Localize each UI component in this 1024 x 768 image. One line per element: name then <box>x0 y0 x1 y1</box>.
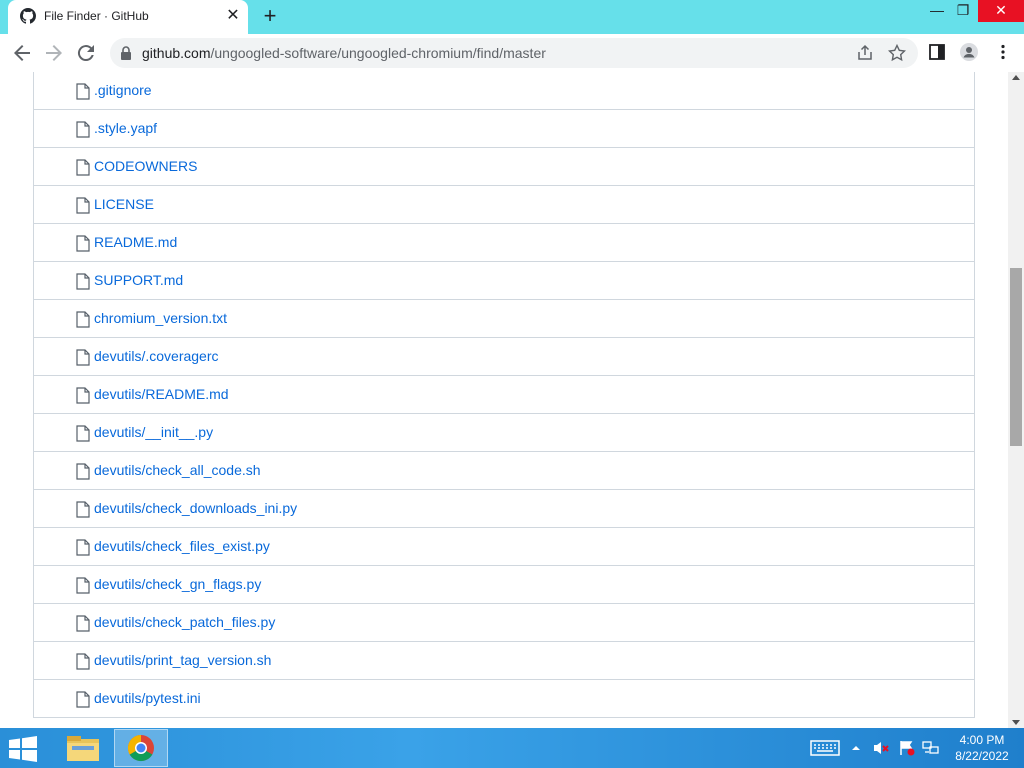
new-tab-button[interactable]: + <box>258 4 282 28</box>
clock-time: 4:00 PM <box>959 733 1005 747</box>
system-clock[interactable]: 4:00 PM 8/22/2022 <box>944 732 1020 764</box>
file-link[interactable]: .style.yapf <box>94 120 157 136</box>
file-icon <box>76 235 90 252</box>
file-link[interactable]: devutils/check_patch_files.py <box>94 614 275 630</box>
back-icon[interactable] <box>10 41 34 65</box>
address-bar[interactable]: github.com/ungoogled-software/ungoogled-… <box>110 38 918 68</box>
file-row[interactable]: .gitignore <box>34 72 974 110</box>
file-link[interactable]: devutils/check_gn_flags.py <box>94 576 261 592</box>
scroll-down-arrow-icon[interactable] <box>1012 720 1020 725</box>
menu-kebab-icon[interactable] <box>994 43 1012 61</box>
file-icon <box>76 653 90 670</box>
share-icon[interactable] <box>856 44 874 62</box>
file-row[interactable]: devutils/.coveragerc <box>34 338 974 376</box>
lock-icon[interactable] <box>120 46 132 60</box>
file-link[interactable]: devutils/check_downloads_ini.py <box>94 500 297 516</box>
browser-toolbar: github.com/ungoogled-software/ungoogled-… <box>0 34 1024 73</box>
taskbar-file-explorer[interactable] <box>56 729 110 767</box>
file-row[interactable]: CODEOWNERS <box>34 148 974 186</box>
url-text: github.com/ungoogled-software/ungoogled-… <box>142 45 546 61</box>
github-icon <box>20 8 36 24</box>
tray-chevron-up-icon[interactable] <box>850 740 862 756</box>
file-link[interactable]: devutils/README.md <box>94 386 229 402</box>
restore-button[interactable]: ❐ <box>948 0 978 22</box>
url-path: /ungoogled-software/ungoogled-chromium/f… <box>210 45 546 61</box>
file-row[interactable]: SUPPORT.md <box>34 262 974 300</box>
file-icon <box>76 615 90 632</box>
file-link[interactable]: chromium_version.txt <box>94 310 227 326</box>
file-icon <box>76 83 90 100</box>
reload-icon[interactable] <box>74 41 98 65</box>
windows-taskbar: 4:00 PM 8/22/2022 <box>0 728 1024 768</box>
side-panel-icon[interactable] <box>928 43 946 61</box>
file-row[interactable]: devutils/check_all_code.sh <box>34 452 974 490</box>
file-icon <box>76 159 90 176</box>
file-row[interactable]: devutils/check_downloads_ini.py <box>34 490 974 528</box>
file-row[interactable]: devutils/check_patch_files.py <box>34 604 974 642</box>
close-window-button[interactable]: ✕ <box>978 0 1024 22</box>
file-icon <box>76 387 90 404</box>
tab-close-icon[interactable]: ✕ <box>224 7 242 25</box>
file-icon <box>76 197 90 214</box>
file-icon <box>76 311 90 328</box>
file-link[interactable]: .gitignore <box>94 82 152 98</box>
file-row[interactable]: devutils/check_gn_flags.py <box>34 566 974 604</box>
windows-start-icon[interactable] <box>8 736 38 762</box>
file-icon <box>76 501 90 518</box>
tab-title: File Finder · GitHub <box>44 9 149 23</box>
file-icon <box>76 121 90 138</box>
file-icon <box>76 425 90 442</box>
tab-strip: File Finder · GitHub ✕ + — ❐ ✕ <box>0 0 1024 34</box>
file-icon <box>76 539 90 556</box>
scroll-up-arrow-icon[interactable] <box>1012 75 1020 80</box>
page-content: .gitignore .style.yapf CODEOWNERS LICENSE RE… <box>0 72 1008 728</box>
file-row[interactable]: devutils/pytest.ini <box>34 680 974 718</box>
tab-file-finder[interactable]: File Finder · GitHub ✕ <box>8 0 248 34</box>
file-icon <box>76 463 90 480</box>
file-link[interactable]: devutils/check_files_exist.py <box>94 538 270 554</box>
file-row[interactable]: devutils/__init__.py <box>34 414 974 452</box>
file-row[interactable]: devutils/check_files_exist.py <box>34 528 974 566</box>
file-link[interactable]: README.md <box>94 234 177 250</box>
profile-avatar-icon[interactable] <box>960 43 978 61</box>
file-icon <box>76 273 90 290</box>
bookmark-star-icon[interactable] <box>888 44 906 62</box>
file-link[interactable]: SUPPORT.md <box>94 272 183 288</box>
file-icon <box>76 349 90 366</box>
file-icon <box>76 691 90 708</box>
file-link[interactable]: CODEOWNERS <box>94 158 197 174</box>
clock-date: 8/22/2022 <box>955 749 1009 763</box>
action-center-flag-icon[interactable] <box>898 740 916 756</box>
keyboard-icon[interactable] <box>810 740 840 756</box>
file-list: .gitignore .style.yapf CODEOWNERS LICENSE RE… <box>33 72 975 718</box>
file-link[interactable]: LICENSE <box>94 196 154 212</box>
scrollbar-thumb[interactable] <box>1010 268 1022 446</box>
forward-icon[interactable] <box>42 41 66 65</box>
folder-icon <box>67 736 99 761</box>
file-icon <box>76 577 90 594</box>
file-row[interactable]: chromium_version.txt <box>34 300 974 338</box>
taskbar-chrome[interactable] <box>114 729 168 767</box>
chrome-icon <box>127 734 154 762</box>
network-icon[interactable] <box>922 740 940 756</box>
url-host: github.com <box>142 45 211 61</box>
volume-muted-icon[interactable] <box>872 740 890 756</box>
file-row[interactable]: devutils/README.md <box>34 376 974 414</box>
file-row[interactable]: LICENSE <box>34 186 974 224</box>
file-row[interactable]: devutils/print_tag_version.sh <box>34 642 974 680</box>
file-row[interactable]: README.md <box>34 224 974 262</box>
file-row[interactable]: .style.yapf <box>34 110 974 148</box>
file-link[interactable]: devutils/pytest.ini <box>94 690 201 706</box>
vertical-scrollbar[interactable] <box>1008 72 1024 728</box>
file-link[interactable]: devutils/check_all_code.sh <box>94 462 261 478</box>
file-link[interactable]: devutils/print_tag_version.sh <box>94 652 271 668</box>
file-link[interactable]: devutils/__init__.py <box>94 424 213 440</box>
file-link[interactable]: devutils/.coveragerc <box>94 348 219 364</box>
